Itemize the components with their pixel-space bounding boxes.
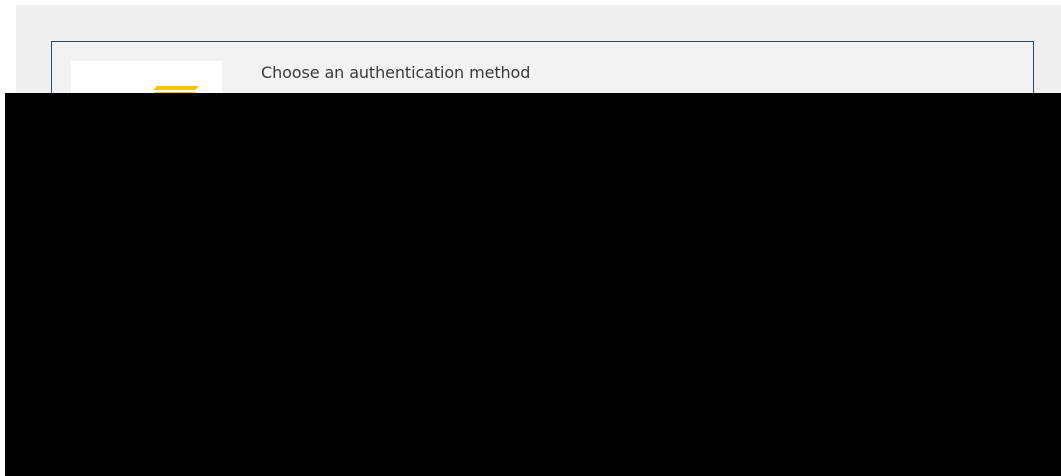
auth-method-title: Choose an authentication method <box>261 63 531 82</box>
redacted-region <box>5 93 1061 476</box>
